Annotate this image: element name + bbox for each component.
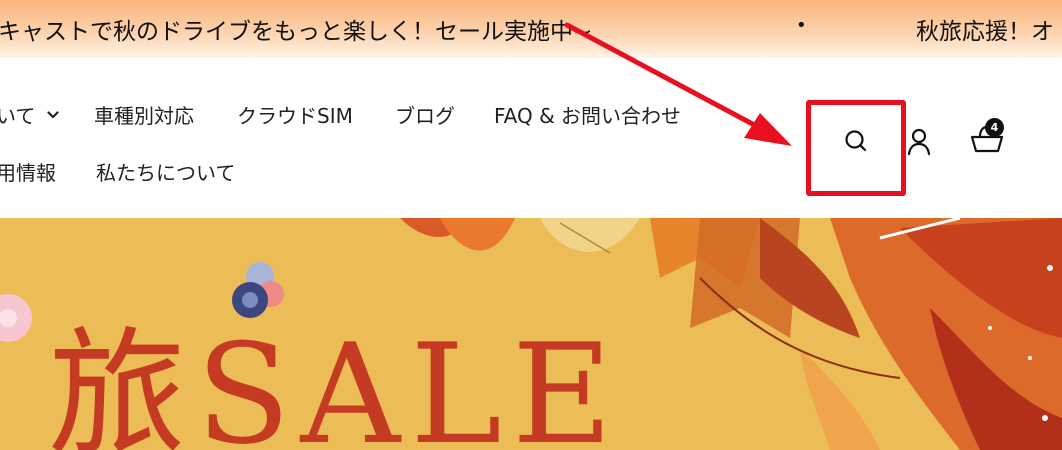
hero-title: 旅SALE <box>48 314 623 450</box>
nav-item-blog[interactable]: ブログ <box>395 100 455 129</box>
announcement-separator: • <box>796 15 807 36</box>
nav-item-faq-contact[interactable]: FAQ & お問い合わせ <box>494 100 681 129</box>
nav-item-label: ブログ <box>395 104 455 128</box>
search-button[interactable] <box>831 121 881 161</box>
site-header: いて 車種別対応 クラウドSIM ブログ FAQ & お問い合わせ 用情報 私た… <box>0 58 1062 218</box>
nav-item-about-dropdown[interactable]: いて <box>0 100 60 129</box>
hero-banner[interactable]: 旅SALE <box>0 218 1062 450</box>
announcement-message[interactable]: キャストで秋のドライブをもっと楽しく！セール実施中~ <box>0 12 592 46</box>
chevron-down-icon <box>47 110 60 118</box>
account-button[interactable] <box>896 121 942 163</box>
cart-count-badge: 4 <box>985 118 1004 137</box>
sakura-flower-icon <box>0 294 32 342</box>
announcement-message-next[interactable]: 秋旅応援！オ <box>916 12 1054 46</box>
cart-button[interactable]: 4 <box>962 116 1012 162</box>
nav-item-about-us[interactable]: 私たちについて <box>96 157 235 186</box>
nav-item-label: クラウドSIM <box>237 104 353 128</box>
nav-item-vehicle-compat[interactable]: 車種別対応 <box>94 100 194 129</box>
nav-item-label: 用情報 <box>0 161 56 185</box>
chrysanthemum-icon <box>232 262 284 318</box>
search-icon <box>845 130 867 152</box>
nav-item-label: 車種別対応 <box>94 104 194 128</box>
announcement-bar: キャストで秋のドライブをもっと楽しく！セール実施中~ • 秋旅応援！オ <box>0 0 1062 58</box>
nav-item-usage-info[interactable]: 用情報 <box>0 157 56 186</box>
nav-item-cloud-sim[interactable]: クラウドSIM <box>237 100 353 129</box>
account-icon <box>907 128 931 156</box>
nav-item-label: 私たちについて <box>96 161 236 185</box>
nav-item-label: FAQ & お問い合わせ <box>494 104 682 128</box>
nav-item-label: いて <box>0 104 36 128</box>
